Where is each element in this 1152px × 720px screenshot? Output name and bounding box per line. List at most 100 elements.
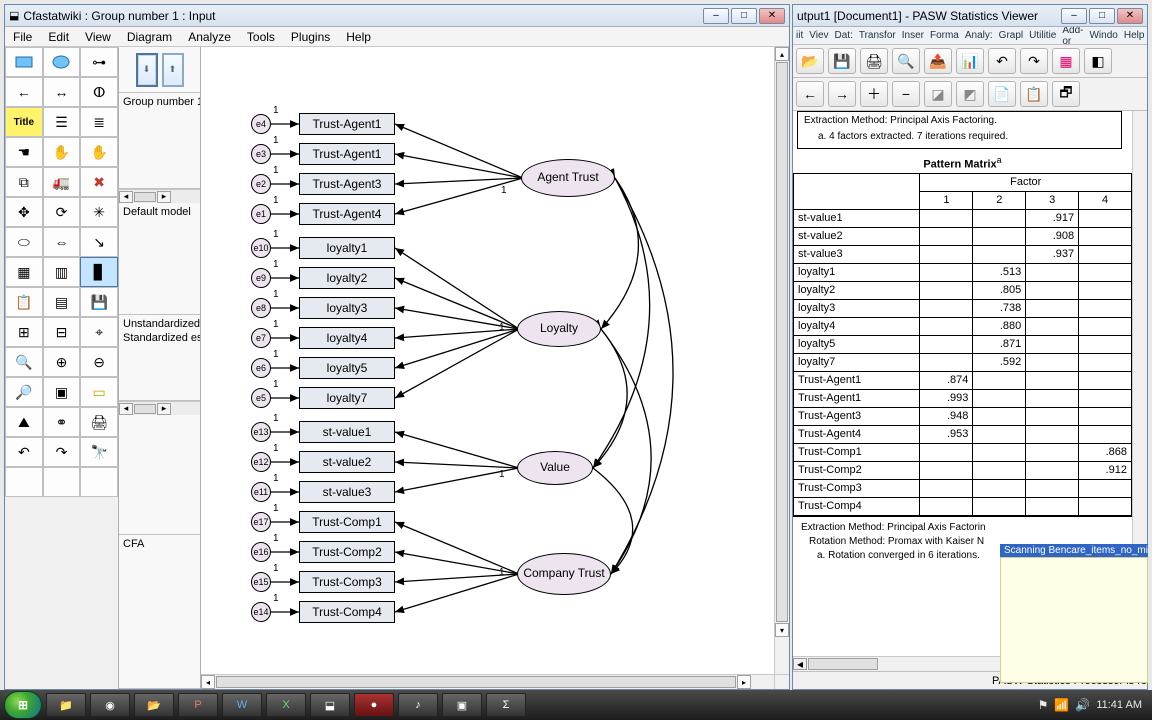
task-excel[interactable]: X [266,693,306,717]
close-button[interactable]: ✕ [759,8,785,24]
tool-spec-search[interactable]: 🔭 [80,437,118,467]
back-icon[interactable]: ← [796,81,824,107]
scroll-thumb[interactable] [134,192,156,202]
latent-variable[interactable]: Agent Trust [521,159,615,197]
path-diagram[interactable]: Agent Truste41Trust-Agent1e31Trust-Agent… [201,47,761,663]
nav-output-icon[interactable]: ⬆ [162,53,184,87]
scroll-right-arrow[interactable]: ▸ [737,675,751,689]
task-media[interactable]: ♪ [398,693,438,717]
tool-multi-group[interactable]: ⚭ [43,407,81,437]
pasw-menu[interactable]: Windo [1086,29,1120,42]
error-term[interactable]: e4 [251,114,271,134]
tool-indicator-icon[interactable]: ⊶ [80,47,118,77]
observed-variable[interactable]: Trust-Agent1 [299,143,395,165]
minimize-button[interactable]: ‒ [1061,8,1087,24]
observed-variable[interactable]: st-value1 [299,421,395,443]
menu-file[interactable]: File [5,28,40,46]
tool-redo[interactable]: ↷ [43,437,81,467]
tool-select-one[interactable]: ☚ [5,137,43,167]
tray-clock[interactable]: 11:41 AM [1096,699,1142,711]
task-explorer[interactable]: 📁 [46,693,86,717]
canvas-scroll-vertical[interactable]: ▴ ▾ [774,47,789,674]
tool-zoom-page[interactable]: 🔎 [5,377,43,407]
tool-print[interactable]: 🖨 [80,407,118,437]
observed-variable[interactable]: Trust-Agent3 [299,173,395,195]
scroll-thumb[interactable] [808,658,878,670]
error-term[interactable]: e17 [251,512,271,532]
redo-icon[interactable]: ↷ [1020,48,1048,74]
error-term[interactable]: e14 [251,602,271,622]
observed-variable[interactable]: Trust-Comp4 [299,601,395,623]
tool-text-out[interactable]: ▤ [43,287,81,317]
tool-zoom-out[interactable]: ⊖ [80,347,118,377]
insert-icon[interactable]: ＋ [860,81,888,107]
tool-preserve-sym[interactable]: ⌖ [80,317,118,347]
tool-save[interactable]: 💾 [80,287,118,317]
open-icon[interactable]: 📂 [796,48,824,74]
dialog-icon[interactable]: ▦ [1052,48,1080,74]
tray-flag-icon[interactable]: ⚑ [1038,698,1049,712]
pasw-menu[interactable]: Analy: [962,29,996,42]
tool-erase[interactable]: ✖ [80,167,118,197]
cube2-icon[interactable]: ◩ [956,81,984,107]
scroll-right-arrow[interactable]: ▸ [157,403,171,415]
tool-move[interactable]: 🚛 [43,167,81,197]
pasw-menu[interactable]: Utilitie [1026,29,1059,42]
tool-analysis-prop[interactable]: ▥ [43,257,81,287]
tool-rotate[interactable]: ⟳ [43,197,81,227]
tool-undo[interactable]: ↶ [5,437,43,467]
error-term[interactable]: e13 [251,422,271,442]
tool-latent-oval[interactable] [43,47,81,77]
system-tray[interactable]: ⚑ 📶 🔊 11:41 AM [1038,698,1148,712]
task-folder[interactable]: 📂 [134,693,174,717]
observed-variable[interactable]: loyalty3 [299,297,395,319]
latent-variable[interactable]: Value [517,451,593,485]
canvas-scroll-horizontal[interactable]: ◂ ▸ [201,674,774,689]
error-term[interactable]: e12 [251,452,271,472]
tool-fit-page[interactable]: ▣ [43,377,81,407]
tool-bayes[interactable]: ⛰ [5,407,43,437]
nav-files[interactable]: CFA [119,535,200,689]
pasw-menu[interactable]: iit [793,29,806,42]
maximize-button[interactable]: □ [1089,8,1115,24]
maximize-button[interactable]: □ [731,8,757,24]
tool-copy[interactable]: ⧉ [5,167,43,197]
error-term[interactable]: e16 [251,542,271,562]
tool-reflect[interactable]: ✳ [80,197,118,227]
tool-zoom-sel[interactable]: 🔍 [5,347,43,377]
window-icon[interactable]: 🗗 [1052,81,1080,107]
pasw-menu[interactable]: Inser [899,29,927,42]
chart-icon[interactable]: ◧ [1084,48,1112,74]
nav-models[interactable]: Default model [119,203,200,315]
scroll-left-arrow[interactable]: ◂ [119,403,133,415]
tool-observed-rect[interactable] [5,47,43,77]
observed-variable[interactable]: Trust-Agent1 [299,113,395,135]
error-term[interactable]: e6 [251,358,271,378]
observed-variable[interactable]: loyalty5 [299,357,395,379]
nav-estimates[interactable]: Unstandardized Standardized est [119,315,200,401]
tool-object-prop[interactable]: ⊞ [5,317,43,347]
pasw-menu[interactable]: Help [1121,29,1147,42]
tool-loupe[interactable]: ▭ [80,377,118,407]
observed-variable[interactable]: loyalty7 [299,387,395,409]
tool-zoom-in[interactable]: ⊕ [43,347,81,377]
error-term[interactable]: e10 [251,238,271,258]
tool-touch[interactable]: ↘ [80,227,118,257]
scroll-up-arrow[interactable]: ▴ [775,47,789,61]
pasw-menu[interactable]: Viev [806,29,831,42]
tool-error-var[interactable]: ⵀ [80,77,118,107]
tool-path-single[interactable]: ← [5,77,43,107]
tool-path-double[interactable]: ↔ [43,77,81,107]
tool-deselect[interactable]: ✋ [80,137,118,167]
pasw-menu[interactable]: Grapl [996,29,1026,42]
tool-calculate[interactable]: ▊ [80,257,118,287]
menu-plugins[interactable]: Plugins [283,28,338,46]
scroll-left-arrow[interactable]: ◂ [201,675,215,689]
close-button[interactable]: ✕ [1117,8,1143,24]
tool-scroll[interactable]: ⇔ [43,227,81,257]
menu-view[interactable]: View [77,28,119,46]
menu-tools[interactable]: Tools [239,28,283,46]
tool-drag-prop[interactable]: ⊟ [43,317,81,347]
observed-variable[interactable]: loyalty1 [299,237,395,259]
tool-list-dataset[interactable]: ≣ [80,107,118,137]
